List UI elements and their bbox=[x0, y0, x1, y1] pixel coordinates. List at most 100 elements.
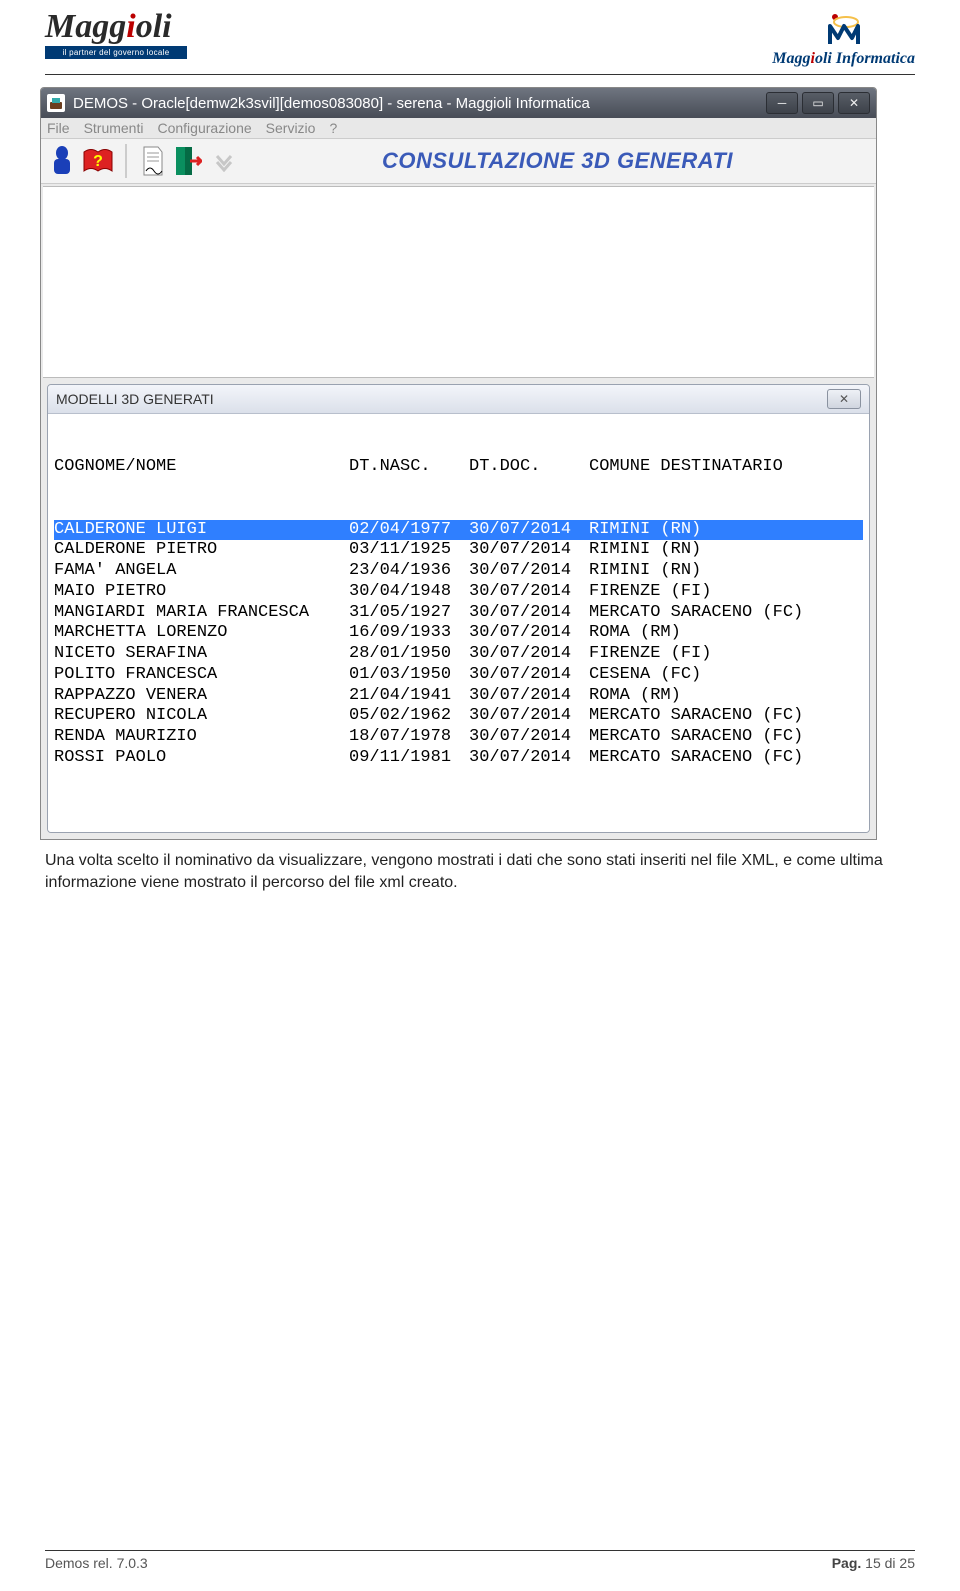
table-row[interactable]: POLITO FRANCESCA01/03/195030/07/2014CESE… bbox=[54, 665, 863, 686]
dialog-titlebar[interactable]: MODELLI 3D GENERATI ✕ bbox=[48, 385, 869, 414]
footer-left: Demos rel. 7.0.3 bbox=[45, 1555, 148, 1571]
page-footer: Demos rel. 7.0.3 Pag. 15 di 25 bbox=[45, 1550, 915, 1571]
modelli-dialog: MODELLI 3D GENERATI ✕ COGNOME/NOMEDT.NAS… bbox=[47, 384, 870, 833]
cell-name: CALDERONE LUIGI bbox=[54, 520, 349, 541]
menu-strumenti[interactable]: Strumenti bbox=[84, 120, 144, 136]
cell-doc: 30/07/2014 bbox=[469, 706, 589, 727]
table-row[interactable]: MARCHETTA LORENZO16/09/193330/07/2014ROM… bbox=[54, 623, 863, 644]
cell-comune: ROMA (RM) bbox=[589, 686, 863, 707]
brand-red: i bbox=[126, 8, 135, 45]
cell-doc: 30/07/2014 bbox=[469, 748, 589, 769]
maggioli-m-icon bbox=[824, 10, 864, 50]
col-nasc: DT.NASC. bbox=[349, 457, 469, 478]
cell-doc: 30/07/2014 bbox=[469, 686, 589, 707]
cell-name: RECUPERO NICOLA bbox=[54, 706, 349, 727]
col-cognome: COGNOME/NOME bbox=[54, 457, 349, 478]
table-row[interactable]: CALDERONE LUIGI02/04/197730/07/2014RIMIN… bbox=[54, 520, 863, 541]
cell-name: MARCHETTA LORENZO bbox=[54, 623, 349, 644]
menu-bar: File Strumenti Configurazione Servizio ? bbox=[41, 118, 876, 138]
menu-file[interactable]: File bbox=[47, 120, 70, 136]
table-row[interactable]: MANGIARDI MARIA FRANCESCA31/05/192730/07… bbox=[54, 603, 863, 624]
logo-left: Maggioli il partner del governo locale bbox=[45, 10, 187, 59]
cell-nasc: 30/04/1948 bbox=[349, 582, 469, 603]
cell-comune: MERCATO SARACENO (FC) bbox=[589, 727, 863, 748]
table-row[interactable]: RENDA MAURIZIO18/07/197830/07/2014MERCAT… bbox=[54, 727, 863, 748]
maximize-button[interactable]: ▭ bbox=[802, 92, 834, 114]
help-book-icon[interactable]: ? bbox=[81, 144, 115, 178]
cell-nasc: 03/11/1925 bbox=[349, 540, 469, 561]
cell-comune: RIMINI (RN) bbox=[589, 540, 863, 561]
table-row[interactable]: MAIO PIETRO30/04/194830/07/2014FIRENZE (… bbox=[54, 582, 863, 603]
app-icon bbox=[47, 94, 65, 112]
chevron-down-icon[interactable] bbox=[207, 144, 241, 178]
document-header: Maggioli il partner del governo locale M… bbox=[45, 10, 915, 68]
toolbar: ? CONSULTAZIONE 3D GENERATI bbox=[41, 138, 876, 184]
col-comune: COMUNE DESTINATARIO bbox=[589, 457, 863, 478]
cell-doc: 30/07/2014 bbox=[469, 520, 589, 541]
cell-name: MANGIARDI MARIA FRANCESCA bbox=[54, 603, 349, 624]
cell-nasc: 28/01/1950 bbox=[349, 644, 469, 665]
brand-name: Maggioli bbox=[45, 10, 187, 44]
cell-nasc: 16/09/1933 bbox=[349, 623, 469, 644]
table-row[interactable]: FAMA' ANGELA23/04/193630/07/2014RIMINI (… bbox=[54, 561, 863, 582]
cell-doc: 30/07/2014 bbox=[469, 665, 589, 686]
table-row[interactable]: RECUPERO NICOLA05/02/196230/07/2014MERCA… bbox=[54, 706, 863, 727]
cell-comune: CESENA (FC) bbox=[589, 665, 863, 686]
minimize-button[interactable]: ─ bbox=[766, 92, 798, 114]
person-icon[interactable] bbox=[45, 144, 79, 178]
cell-comune: FIRENZE (FI) bbox=[589, 582, 863, 603]
window-title: DEMOS - Oracle[demw2k3svil][demos083080]… bbox=[73, 95, 766, 112]
cell-name: POLITO FRANCESCA bbox=[54, 665, 349, 686]
brand-right: Maggioli Informatica bbox=[772, 50, 915, 68]
cell-doc: 30/07/2014 bbox=[469, 644, 589, 665]
cell-nasc: 01/03/1950 bbox=[349, 665, 469, 686]
brand2-pre: Magg bbox=[772, 50, 810, 67]
cell-comune: FIRENZE (FI) bbox=[589, 644, 863, 665]
cell-nasc: 05/02/1962 bbox=[349, 706, 469, 727]
table-row[interactable]: CALDERONE PIETRO03/11/192530/07/2014RIMI… bbox=[54, 540, 863, 561]
cell-nasc: 09/11/1981 bbox=[349, 748, 469, 769]
col-doc: DT.DOC. bbox=[469, 457, 589, 478]
cell-name: CALDERONE PIETRO bbox=[54, 540, 349, 561]
screen-heading: CONSULTAZIONE 3D GENERATI bbox=[243, 148, 872, 174]
cell-name: MAIO PIETRO bbox=[54, 582, 349, 603]
cell-comune: MERCATO SARACENO (FC) bbox=[589, 603, 863, 624]
cell-comune: MERCATO SARACENO (FC) bbox=[589, 748, 863, 769]
data-table[interactable]: COGNOME/NOMEDT.NASC.DT.DOC.COMUNE DESTIN… bbox=[48, 414, 869, 832]
logo-right: Maggioli Informatica bbox=[772, 10, 915, 68]
cell-nasc: 23/04/1936 bbox=[349, 561, 469, 582]
toolbar-separator bbox=[125, 144, 127, 178]
dialog-title: MODELLI 3D GENERATI bbox=[56, 391, 827, 407]
header-divider bbox=[45, 74, 915, 75]
table-row[interactable]: RAPPAZZO VENERA21/04/194130/07/2014ROMA … bbox=[54, 686, 863, 707]
cell-doc: 30/07/2014 bbox=[469, 561, 589, 582]
tagline: il partner del governo locale bbox=[45, 46, 187, 59]
cell-nasc: 02/04/1977 bbox=[349, 520, 469, 541]
window-titlebar[interactable]: DEMOS - Oracle[demw2k3svil][demos083080]… bbox=[41, 88, 876, 118]
cell-doc: 30/07/2014 bbox=[469, 623, 589, 644]
exit-door-icon[interactable] bbox=[171, 144, 205, 178]
table-header-row: COGNOME/NOMEDT.NASC.DT.DOC.COMUNE DESTIN… bbox=[54, 457, 863, 478]
table-row[interactable]: ROSSI PAOLO09/11/198130/07/2014MERCATO S… bbox=[54, 748, 863, 769]
document-icon[interactable] bbox=[135, 144, 169, 178]
footer-page: 15 di 25 bbox=[865, 1555, 915, 1571]
cell-doc: 30/07/2014 bbox=[469, 582, 589, 603]
workspace-area bbox=[43, 186, 874, 378]
description-paragraph: Una volta scelto il nominativo da visual… bbox=[45, 850, 915, 893]
cell-nasc: 31/05/1927 bbox=[349, 603, 469, 624]
dialog-close-button[interactable]: ✕ bbox=[827, 389, 861, 409]
menu-servizio[interactable]: Servizio bbox=[266, 120, 316, 136]
close-button[interactable]: ✕ bbox=[838, 92, 870, 114]
cell-doc: 30/07/2014 bbox=[469, 727, 589, 748]
cell-name: FAMA' ANGELA bbox=[54, 561, 349, 582]
cell-name: ROSSI PAOLO bbox=[54, 748, 349, 769]
application-window: DEMOS - Oracle[demw2k3svil][demos083080]… bbox=[40, 87, 877, 840]
menu-help[interactable]: ? bbox=[329, 120, 337, 136]
cell-nasc: 18/07/1978 bbox=[349, 727, 469, 748]
table-row[interactable]: NICETO SERAFINA28/01/195030/07/2014FIREN… bbox=[54, 644, 863, 665]
footer-right: Pag. 15 di 25 bbox=[832, 1555, 915, 1571]
brand-pre: Magg bbox=[45, 8, 126, 45]
cell-doc: 30/07/2014 bbox=[469, 540, 589, 561]
cell-comune: ROMA (RM) bbox=[589, 623, 863, 644]
menu-configurazione[interactable]: Configurazione bbox=[157, 120, 251, 136]
